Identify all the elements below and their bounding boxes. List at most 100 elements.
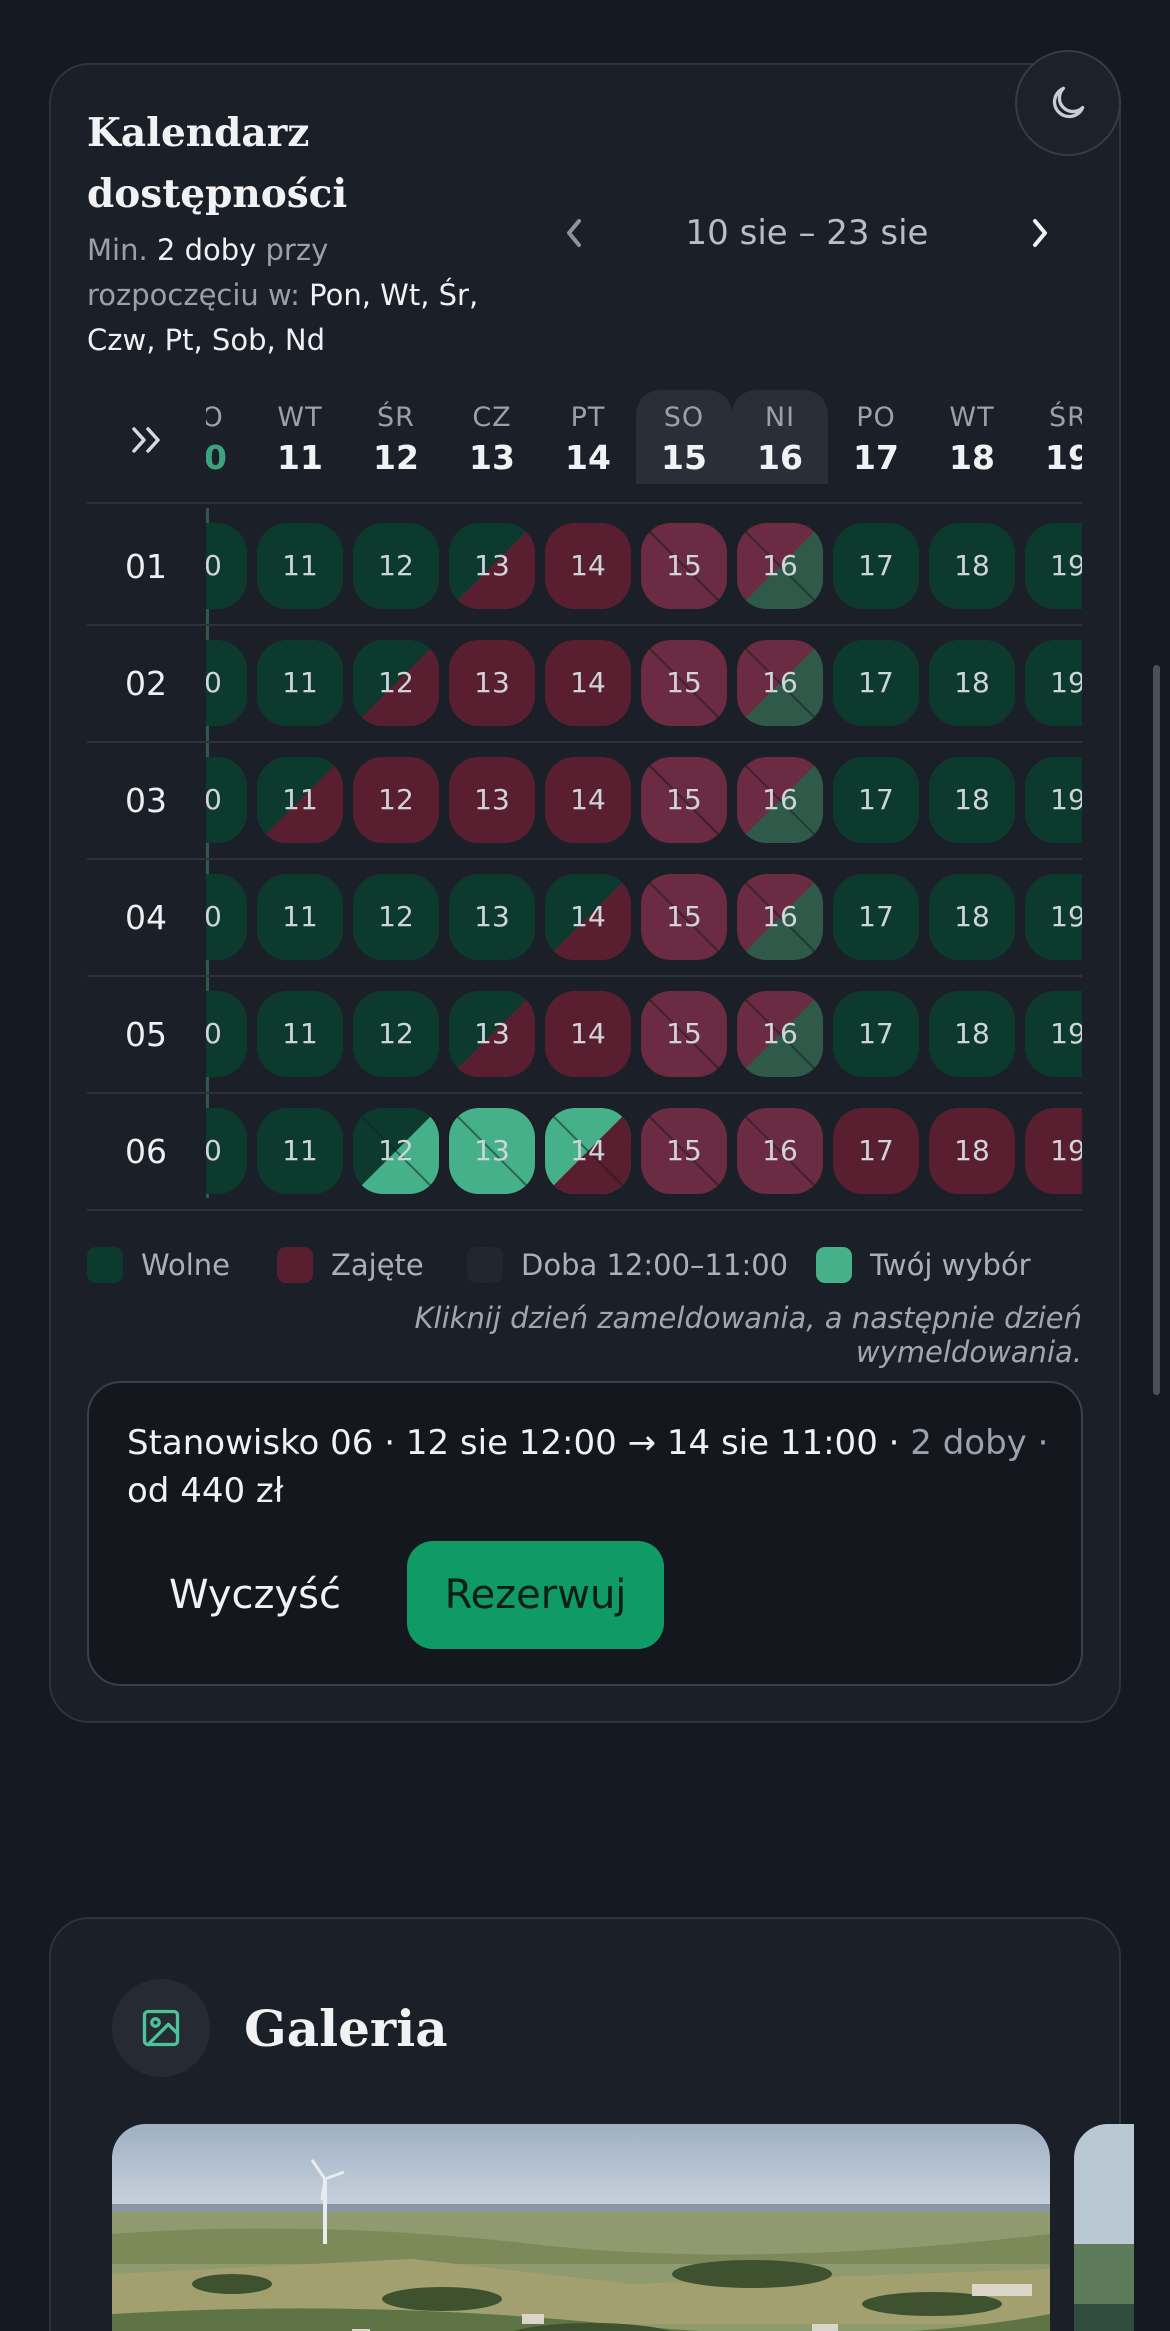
day-cell[interactable]: 16 (737, 991, 823, 1077)
day-cell-number: 13 (474, 1017, 510, 1050)
day-cell[interactable]: 13 (449, 640, 535, 726)
day-cell-number: 17 (858, 1017, 894, 1050)
day-cell-number: 12 (378, 549, 414, 582)
day-cell[interactable]: 13 (449, 1108, 535, 1194)
jump-ahead-button[interactable] (117, 415, 177, 465)
day-cell[interactable]: 15 (641, 523, 727, 609)
day-cell-number: 14 (570, 1134, 606, 1167)
day-cell-number: 19 (1050, 900, 1082, 933)
day-cell-number: 14 (570, 549, 606, 582)
day-cell[interactable]: 12 (353, 1108, 439, 1194)
day-cell[interactable]: 14 (545, 757, 631, 843)
day-cell[interactable]: 11 (257, 874, 343, 960)
gallery-photo-next[interactable] (1074, 2124, 1134, 2331)
day-cell[interactable]: 19 (1025, 874, 1082, 960)
day-cell[interactable]: 10 (206, 757, 247, 843)
day-cell[interactable]: 12 (353, 874, 439, 960)
day-cell[interactable]: 12 (353, 640, 439, 726)
day-cell[interactable]: 15 (641, 757, 727, 843)
subtitle-nights: 2 doby (156, 233, 257, 267)
legend-busy: Zajęte (277, 1247, 424, 1283)
day-cell[interactable]: 19 (1025, 757, 1082, 843)
day-cell[interactable]: 17 (833, 991, 919, 1077)
day-cell[interactable]: 14 (545, 991, 631, 1077)
day-cell[interactable]: 16 (737, 1108, 823, 1194)
day-cell[interactable]: 18 (929, 874, 1015, 960)
day-cell[interactable]: 12 (353, 991, 439, 1077)
row-label: 06 (125, 1132, 167, 1171)
day-cell[interactable]: 18 (929, 640, 1015, 726)
legend-selected-label: Twój wybór (870, 1248, 1031, 1282)
gallery-photo[interactable] (112, 2124, 1050, 2331)
day-cell[interactable]: 18 (929, 757, 1015, 843)
day-cell[interactable]: 12 (353, 523, 439, 609)
legend-free: Wolne (87, 1247, 230, 1283)
next-period-button[interactable] (1022, 208, 1058, 258)
day-cell[interactable]: 16 (737, 757, 823, 843)
selection-summary: Stanowisko 06 · 12 sie 12:00 → 14 sie 11… (87, 1381, 1083, 1686)
day-cell[interactable]: 11 (257, 757, 343, 843)
day-cell[interactable]: 17 (833, 757, 919, 843)
day-cell[interactable]: 10 (206, 523, 247, 609)
day-cell-number: 18 (954, 1017, 990, 1050)
selection-price: od 440 zł (127, 1471, 284, 1511)
day-cell[interactable]: 16 (737, 523, 823, 609)
day-cell[interactable]: 16 (737, 874, 823, 960)
day-cell[interactable]: 19 (1025, 991, 1082, 1077)
day-cell[interactable]: 17 (833, 874, 919, 960)
calendar-subtitle: Min. 2 doby przy rozpoczęciu w: Pon, Wt,… (87, 228, 507, 363)
day-cell-number: 12 (378, 666, 414, 699)
day-cell-number: 18 (954, 549, 990, 582)
day-cell[interactable]: 17 (833, 1108, 919, 1194)
availability-grid: PO 10 WT 11 ŚR 12 CZ 13 PT 14 SO 15 NI 16 PO 17 WT 18 ŚR 19… (206, 390, 1082, 1205)
day-cell[interactable]: 18 (929, 523, 1015, 609)
selection-text: Stanowisko 06 · 12 sie 12:00 → 14 sie 11… (127, 1419, 1057, 1515)
day-cell[interactable]: 18 (929, 1108, 1015, 1194)
day-cell-number: 19 (1050, 1017, 1082, 1050)
day-cell[interactable]: 11 (257, 991, 343, 1077)
day-cell[interactable]: 13 (449, 523, 535, 609)
day-cell-number: 14 (570, 783, 606, 816)
day-cell-number: 10 (206, 549, 222, 582)
day-cell[interactable]: 13 (449, 991, 535, 1077)
day-cell[interactable]: 11 (257, 1108, 343, 1194)
day-cell[interactable]: 19 (1025, 523, 1082, 609)
day-cell[interactable]: 19 (1025, 1108, 1082, 1194)
day-cell[interactable]: 15 (641, 1108, 727, 1194)
day-cell-number: 13 (474, 549, 510, 582)
day-cell[interactable]: 18 (929, 991, 1015, 1077)
day-cell[interactable]: 15 (641, 874, 727, 960)
day-cell[interactable]: 10 (206, 1108, 247, 1194)
prev-period-button[interactable] (556, 208, 592, 258)
selection-nights: 2 doby (910, 1423, 1027, 1463)
day-cell[interactable]: 11 (257, 523, 343, 609)
day-cell[interactable]: 10 (206, 874, 247, 960)
calendar-hint: Kliknij dzień zameldowania, a następnie … (414, 1301, 1082, 1369)
day-cell[interactable]: 14 (545, 1108, 631, 1194)
day-cell[interactable]: 19 (1025, 640, 1082, 726)
day-cell[interactable]: 16 (737, 640, 823, 726)
page-scrollbar[interactable] (1153, 665, 1160, 1395)
day-cell[interactable]: 14 (545, 640, 631, 726)
day-cell[interactable]: 10 (206, 640, 247, 726)
day-cell[interactable]: 15 (641, 991, 727, 1077)
day-cell-number: 10 (206, 900, 222, 933)
clear-selection-button[interactable]: Wyczyść (127, 1541, 383, 1649)
day-cell[interactable]: 13 (449, 757, 535, 843)
day-cell[interactable]: 17 (833, 523, 919, 609)
day-cell-number: 15 (666, 1134, 702, 1167)
day-cell[interactable]: 10 (206, 991, 247, 1077)
day-cell[interactable]: 12 (353, 757, 439, 843)
book-button[interactable]: Rezerwuj (407, 1541, 664, 1649)
day-cell-number: 16 (762, 549, 798, 582)
day-cell[interactable]: 11 (257, 640, 343, 726)
day-cell[interactable]: 17 (833, 640, 919, 726)
legend-selected: Twój wybór (816, 1247, 1031, 1283)
day-cell[interactable]: 15 (641, 640, 727, 726)
day-cell[interactable]: 14 (545, 523, 631, 609)
day-cell[interactable]: 14 (545, 874, 631, 960)
day-cell-number: 15 (666, 1017, 702, 1050)
day-date: 11 (277, 438, 323, 477)
theme-toggle-button[interactable] (1015, 50, 1121, 156)
day-cell[interactable]: 13 (449, 874, 535, 960)
